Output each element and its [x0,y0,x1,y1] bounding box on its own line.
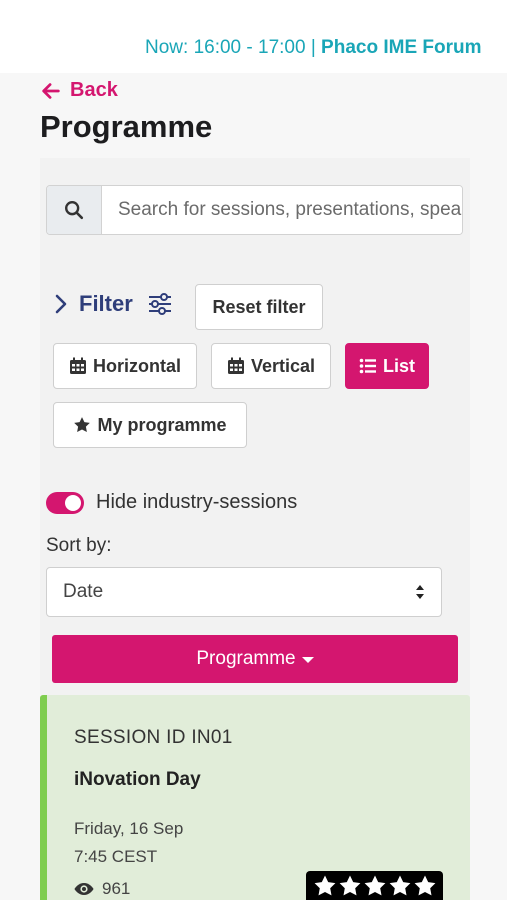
now-event-name[interactable]: Phaco IME Forum [321,37,481,58]
caret-down-icon [301,657,314,663]
view-vertical-label: Vertical [250,355,316,376]
views-count: 961 [102,879,131,898]
page-title: Programme [40,109,213,144]
eye-icon [74,883,94,895]
programme-button-label: Programme [196,648,296,669]
page-content: Back Programme Filter Reset filter H [0,73,507,900]
star-icon [314,875,335,896]
sort-label: Sort by: [46,535,112,556]
session-name[interactable]: iNovation Day [74,769,201,791]
star-icon [414,875,435,896]
view-horizontal-button[interactable]: Horizontal [53,343,197,389]
arrow-left-icon [42,82,60,99]
view-list-button[interactable]: List [345,343,429,389]
filter-panel: Filter Reset filter Horizontal Vertical … [40,158,470,703]
top-bar: Now: 16:00 - 17:00 | Phaco IME Forum [0,0,507,73]
view-vertical-button[interactable]: Vertical [211,343,331,389]
hide-industry-label: Hide industry-sessions [96,491,298,513]
back-label: Back [70,79,118,101]
hide-industry-toggle[interactable] [46,491,84,514]
view-horizontal-label: Horizontal [93,355,181,376]
session-date: Friday, 16 Sep [74,819,184,838]
sort-selected-value: Date [63,581,104,602]
search-icon [65,201,84,220]
programme-dropdown-button[interactable]: Programme [52,635,458,683]
search-input[interactable] [102,186,462,234]
session-card[interactable]: SESSION ID IN01 iNovation Day Friday, 16… [40,695,470,900]
calendar-icon [227,357,244,374]
my-programme-button[interactable]: My programme [53,402,247,448]
star-icon [339,875,360,896]
calendar-icon [70,357,86,374]
chevron-right-icon [55,294,67,314]
filter-toggle[interactable]: Filter [53,291,173,317]
session-rating[interactable] [306,871,443,900]
hide-industry-row: Hide industry-sessions [46,491,297,514]
now-playing-line[interactable]: Now: 16:00 - 17:00 | Phaco IME Forum [145,37,482,59]
session-views: 961 [74,879,130,899]
star-icon [389,875,410,896]
star-icon [364,875,385,896]
sort-arrows-icon [416,585,424,599]
sort-select[interactable]: Date [46,567,442,617]
reset-filter-button[interactable]: Reset filter [195,284,323,330]
sliders-icon [148,293,171,315]
my-programme-label: My programme [97,414,227,435]
now-time-text: Now: 16:00 - 17:00 | [145,37,322,58]
back-link[interactable]: Back [40,79,118,102]
search-box [46,185,463,235]
list-icon [359,358,376,374]
session-time: 7:45 CEST [74,847,158,866]
view-list-label: List [382,355,415,376]
search-button[interactable] [47,186,102,234]
session-id: SESSION ID IN01 [74,727,233,748]
star-icon [74,417,91,433]
filter-label: Filter [79,291,133,316]
